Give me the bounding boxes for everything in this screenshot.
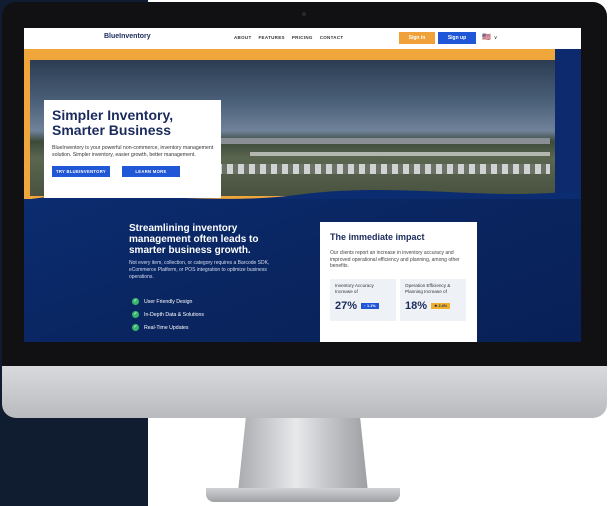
stat-label: Inventory Accuracy Increase of bbox=[335, 282, 374, 294]
hero-side-band bbox=[555, 49, 581, 199]
hero-section: Simpler Inventory, Smarter Business Blue… bbox=[24, 49, 581, 210]
feature-item: ✓ Real-Time Updates bbox=[132, 321, 204, 334]
nav-link-features[interactable]: FEATURES bbox=[259, 35, 285, 40]
photo-detail bbox=[250, 152, 550, 156]
stat-label: Operation Efficiency & Planning Increase… bbox=[405, 282, 451, 294]
impact-title: The immediate impact bbox=[330, 232, 425, 242]
feature-label: In-Depth Data & Solutions bbox=[144, 311, 204, 318]
impact-stats: Inventory Accuracy Increase of 27% ↑ 1.1… bbox=[330, 278, 467, 321]
growth-description: Not every item, collection, or category … bbox=[129, 260, 270, 280]
apple-logo-icon bbox=[291, 378, 317, 408]
hero-description: BlueInventory is your powerful non-comme… bbox=[52, 145, 214, 158]
stat-badge: ↑ 1.1% bbox=[361, 302, 379, 309]
nav-link-about[interactable]: ABOUT bbox=[234, 35, 252, 40]
check-circle-icon: ✓ bbox=[132, 298, 139, 305]
feature-label: Real-Time Updates bbox=[144, 324, 189, 331]
sign-up-button[interactable]: Sign up bbox=[438, 32, 476, 44]
stage: BlueInventory ABOUT FEATURES PRICING CON… bbox=[0, 0, 611, 506]
imac-stand bbox=[238, 418, 368, 492]
stat-value: 18% bbox=[405, 299, 428, 312]
feature-item: ✓ User Friendly Design bbox=[132, 295, 204, 308]
hero-card: Simpler Inventory, Smarter Business Blue… bbox=[44, 100, 221, 198]
growth-section: Streamlining inventory management often … bbox=[24, 199, 581, 342]
check-circle-icon: ✓ bbox=[132, 324, 139, 331]
learn-more-button[interactable]: LEARN MORE bbox=[122, 166, 180, 177]
language-selector[interactable]: 🇺🇸 ∨ bbox=[482, 33, 497, 41]
nav-link-pricing[interactable]: PRICING bbox=[292, 35, 313, 40]
stat-badge: ★ 2.4% bbox=[431, 302, 451, 309]
feature-list: ✓ User Friendly Design ✓ In-Depth Data &… bbox=[132, 295, 204, 334]
stat-row: 18% ★ 2.4% bbox=[405, 300, 461, 312]
impact-description: Our clients report an increase in invent… bbox=[330, 250, 460, 269]
stat-row: 27% ↑ 1.1% bbox=[335, 300, 391, 312]
chevron-down-icon: ∨ bbox=[493, 35, 498, 41]
feature-item: ✓ In-Depth Data & Solutions bbox=[132, 308, 204, 321]
stat-card-efficiency: Operation Efficiency & Planning Increase… bbox=[400, 278, 466, 321]
nav-link-contact[interactable]: CONTACT bbox=[320, 35, 344, 40]
camera-icon bbox=[302, 12, 306, 16]
growth-title: Streamlining inventory management often … bbox=[129, 223, 259, 256]
try-blueinventory-button[interactable]: TRY BLUEINVENTORY bbox=[52, 166, 110, 177]
check-circle-icon: ✓ bbox=[132, 311, 139, 318]
top-nav: BlueInventory ABOUT FEATURES PRICING CON… bbox=[24, 28, 581, 49]
impact-card: The immediate impact Our clients report … bbox=[320, 222, 477, 342]
feature-label: User Friendly Design bbox=[144, 298, 193, 305]
nav-menu: ABOUT FEATURES PRICING CONTACT bbox=[234, 35, 343, 40]
hero-title: Simpler Inventory, Smarter Business bbox=[52, 107, 174, 138]
stat-value: 27% bbox=[335, 299, 358, 312]
website-screen: BlueInventory ABOUT FEATURES PRICING CON… bbox=[24, 28, 581, 342]
sign-in-button[interactable]: Sign in bbox=[399, 32, 435, 44]
photo-detail bbox=[190, 138, 550, 144]
site-logo[interactable]: BlueInventory bbox=[104, 33, 151, 40]
imac-base bbox=[206, 488, 400, 502]
stat-card-accuracy: Inventory Accuracy Increase of 27% ↑ 1.1… bbox=[330, 278, 396, 321]
hero-buttons: TRY BLUEINVENTORY LEARN MORE bbox=[52, 166, 213, 177]
flag-icon: 🇺🇸 bbox=[482, 34, 491, 41]
